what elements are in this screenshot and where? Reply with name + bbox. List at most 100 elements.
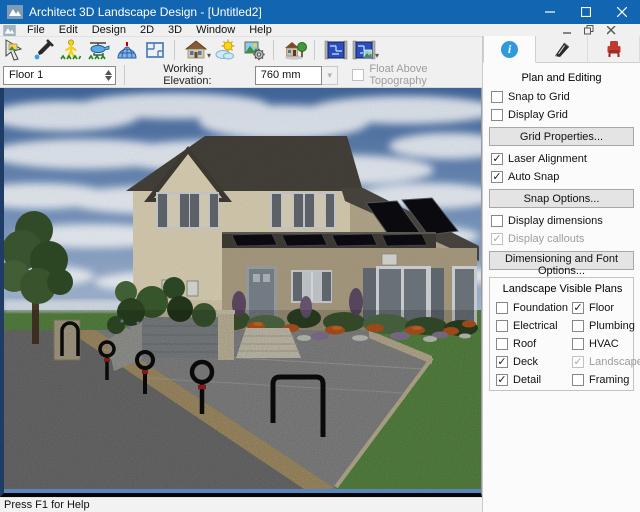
close-icon — [617, 7, 627, 17]
plan-window-button[interactable] — [323, 38, 349, 63]
working-elevation-value: 760 mm — [261, 69, 301, 81]
plan-window-icon — [324, 38, 348, 62]
checkbox-box — [572, 356, 584, 368]
checkbox-box — [352, 69, 364, 81]
checkbox-label: Detail — [513, 374, 541, 386]
landscape-checkbox: Landscape — [572, 356, 640, 368]
3d-viewport[interactable] — [0, 88, 482, 497]
display-grid-checkbox[interactable]: Display Grid — [491, 109, 634, 121]
toolbar-separator — [124, 65, 125, 85]
floor-selector[interactable]: Floor 1 — [3, 66, 116, 85]
mdi-minimize-button[interactable] — [560, 25, 574, 36]
deck-checkbox[interactable]: Deck — [496, 356, 572, 368]
tab-annotation[interactable] — [536, 36, 588, 63]
menu-help[interactable]: Help — [242, 24, 279, 37]
info-icon: i — [501, 41, 518, 58]
flyover-tool-button[interactable] — [86, 38, 112, 63]
floor-toolbar: Floor 1 Working Elevation: 760 mm ▼ Floa… — [0, 63, 482, 88]
eyedropper-tool-button[interactable] — [30, 38, 56, 63]
walkthrough-tool-button[interactable] — [58, 38, 84, 63]
mdi-close-button[interactable] — [604, 25, 618, 36]
display-dimensions-checkbox[interactable]: Display dimensions — [491, 215, 634, 227]
maximize-icon — [581, 7, 591, 17]
detail-checkbox[interactable]: Detail — [496, 374, 572, 386]
toolbar-separator — [314, 40, 315, 60]
checkbox-label: Display dimensions — [508, 215, 603, 227]
3d-scene — [4, 88, 481, 489]
checkbox-label: Laser Alignment — [508, 153, 587, 165]
laser-alignment-checkbox[interactable]: Laser Alignment — [491, 153, 634, 165]
menu-design[interactable]: Design — [85, 24, 133, 37]
menu-window[interactable]: Window — [189, 24, 242, 37]
mdi-close-icon — [607, 26, 616, 35]
checkbox-label: Landscape — [589, 356, 640, 368]
checkbox-box — [496, 374, 508, 386]
plumbing-checkbox[interactable]: Plumbing — [572, 320, 640, 332]
checkbox-box — [572, 320, 584, 332]
dimensioning-font-options-button[interactable]: Dimensioning and Font Options... — [489, 251, 634, 270]
auto-snap-checkbox[interactable]: Auto Snap — [491, 171, 634, 183]
checkbox-box — [491, 153, 503, 165]
menu-3d[interactable]: 3D — [161, 24, 189, 37]
checkbox-box — [572, 374, 584, 386]
menu-file[interactable]: File — [20, 24, 52, 37]
checkbox-label: Snap to Grid — [508, 91, 570, 103]
snap-to-grid-checkbox[interactable]: Snap to Grid — [491, 91, 634, 103]
plan-detail-window-icon — [352, 38, 376, 62]
checkbox-label: Float Above Topography — [369, 63, 482, 87]
render-options-button[interactable] — [241, 38, 267, 63]
checkbox-box — [491, 171, 503, 183]
status-bar: Press F1 for Help — [0, 497, 482, 512]
daylight-settings-button[interactable] — [213, 38, 239, 63]
checkbox-label: Auto Snap — [508, 171, 559, 183]
select-tool-button[interactable] — [2, 38, 28, 63]
roof-checkbox[interactable]: Roof — [496, 338, 572, 350]
minimize-button[interactable] — [532, 0, 568, 24]
window-title: Architect 3D Landscape Design - [Untitle… — [29, 5, 262, 19]
toolbar-separator — [273, 40, 274, 60]
working-elevation-input[interactable]: 760 mm — [255, 66, 322, 85]
checkbox-box — [496, 338, 508, 350]
close-button[interactable] — [604, 0, 640, 24]
hvac-checkbox[interactable]: HVAC — [572, 338, 640, 350]
floor-spinner[interactable] — [105, 70, 115, 81]
landscape-view-button[interactable] — [282, 38, 308, 63]
electrical-checkbox[interactable]: Electrical — [496, 320, 572, 332]
house-view-dropdown-caret[interactable]: ▾ — [207, 51, 211, 63]
flyover-icon — [87, 38, 111, 62]
snap-options-button[interactable]: Snap Options... — [489, 189, 634, 208]
checkbox-label: Display callouts — [508, 233, 584, 245]
main-toolbar: ▾ — [0, 37, 482, 63]
render-options-icon — [242, 38, 266, 62]
grid-properties-button[interactable]: Grid Properties... — [489, 127, 634, 146]
tab-information[interactable]: i — [483, 36, 536, 63]
foundation-checkbox[interactable]: Foundation — [496, 302, 572, 314]
floor-plan-tool-button[interactable] — [142, 38, 168, 63]
plan-and-editing-title: Plan and Editing — [489, 72, 634, 84]
checkbox-label: HVAC — [589, 338, 619, 350]
landscape-visible-plans-title: Landscape Visible Plans — [496, 283, 629, 295]
eyedropper-icon — [31, 38, 55, 62]
house-3d-view-button[interactable] — [183, 38, 209, 63]
floor-checkbox[interactable]: Floor — [572, 302, 640, 314]
mdi-restore-button[interactable] — [582, 25, 596, 36]
checkbox-box — [491, 233, 503, 245]
minimize-icon — [545, 7, 555, 17]
plan-detail-window-button[interactable] — [351, 38, 377, 63]
global-noise — [4, 88, 481, 489]
tab-furnishings[interactable] — [588, 36, 640, 63]
dome-view-tool-button[interactable] — [114, 38, 140, 63]
menu-edit[interactable]: Edit — [52, 24, 85, 37]
walkthrough-icon — [59, 38, 83, 62]
mdi-restore-icon — [584, 25, 594, 35]
properties-panel: i — [482, 36, 640, 512]
maximize-button[interactable] — [568, 0, 604, 24]
plan-and-editing-section: Plan and Editing Snap to Grid Display Gr… — [483, 63, 640, 391]
floor-plan-icon — [143, 38, 167, 62]
floor-selector-value: Floor 1 — [9, 69, 43, 81]
framing-checkbox[interactable]: Framing — [572, 374, 640, 386]
working-elevation-label: Working Elevation: — [163, 63, 251, 87]
title-bar[interactable]: Architect 3D Landscape Design - [Untitle… — [0, 0, 640, 24]
menu-2d[interactable]: 2D — [133, 24, 161, 37]
plan-window-dropdown-caret[interactable]: ▾ — [375, 51, 379, 63]
